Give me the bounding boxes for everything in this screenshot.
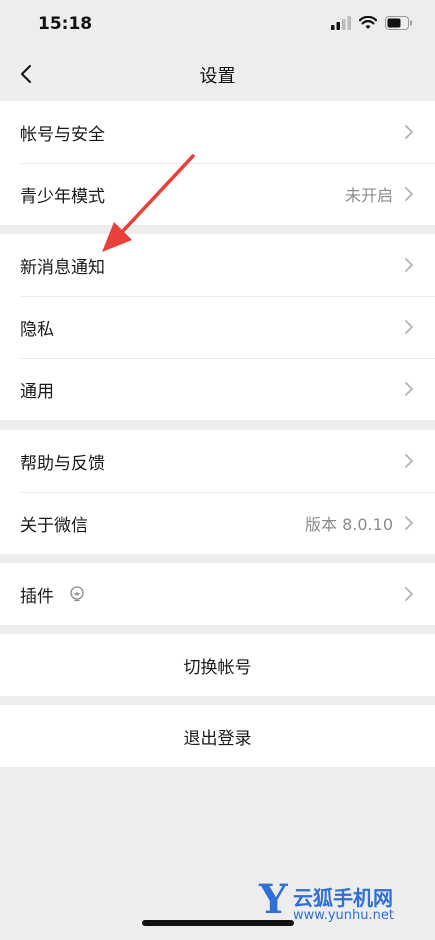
chevron-right-icon [405,125,413,139]
chevron-right-icon [405,587,413,601]
chevron-right-icon [405,382,413,396]
row-value: 未开启 [344,186,393,205]
home-indicator[interactable] [142,920,294,926]
chevron-right-icon [405,320,413,334]
row-label: 隐私 [20,319,54,340]
wifi-icon [359,16,377,29]
row-label: 帐号与安全 [20,124,105,145]
settings-group-plugins: 插件 [0,563,435,625]
row-account-security[interactable]: 帐号与安全 [0,101,435,163]
row-plugins[interactable]: 插件 [0,563,435,625]
row-general[interactable]: 通用 [0,358,435,420]
status-time: 15:18 [38,14,93,34]
nav-bar: 设置 [0,48,435,100]
row-new-message-notification[interactable]: 新消息通知 [0,234,435,296]
watermark-text: 云狐手机网 [293,886,393,910]
lightbulb-icon [70,586,84,602]
row-about-wechat[interactable]: 关于微信 版本 8.0.10 [0,492,435,554]
row-label: 帮助与反馈 [20,453,105,474]
row-label: 插件 [20,586,54,607]
logout-label: 退出登录 [183,728,252,749]
row-value: 版本 8.0.10 [305,515,393,534]
row-label: 通用 [20,381,54,402]
settings-group-about: 帮助与反馈 关于微信 版本 8.0.10 [0,430,435,554]
switch-account-button[interactable]: 切换帐号 [0,634,435,696]
switch-account-label: 切换帐号 [183,657,252,678]
row-help-feedback[interactable]: 帮助与反馈 [0,430,435,492]
chevron-right-icon [405,258,413,272]
chevron-right-icon [405,187,413,201]
row-label: 新消息通知 [20,257,105,278]
signal-icon [331,16,351,30]
chevron-right-icon [405,516,413,530]
row-privacy[interactable]: 隐私 [0,296,435,358]
chevron-right-icon [405,454,413,468]
row-label: 青少年模式 [20,186,105,207]
logout-button[interactable]: 退出登录 [0,705,435,767]
watermark-url: www.yunhu.net [293,908,394,923]
row-label: 关于微信 [20,515,88,536]
row-teen-mode[interactable]: 青少年模式 未开启 [0,163,435,225]
page-title: 设置 [199,66,236,87]
status-bar: 15:18 [0,0,435,48]
settings-group-general: 新消息通知 隐私 通用 [0,234,435,420]
battery-icon [385,16,412,30]
status-icons [331,16,413,30]
watermark-logo-letter: Y [259,876,288,923]
settings-group-account: 帐号与安全 青少年模式 未开启 [0,101,435,225]
